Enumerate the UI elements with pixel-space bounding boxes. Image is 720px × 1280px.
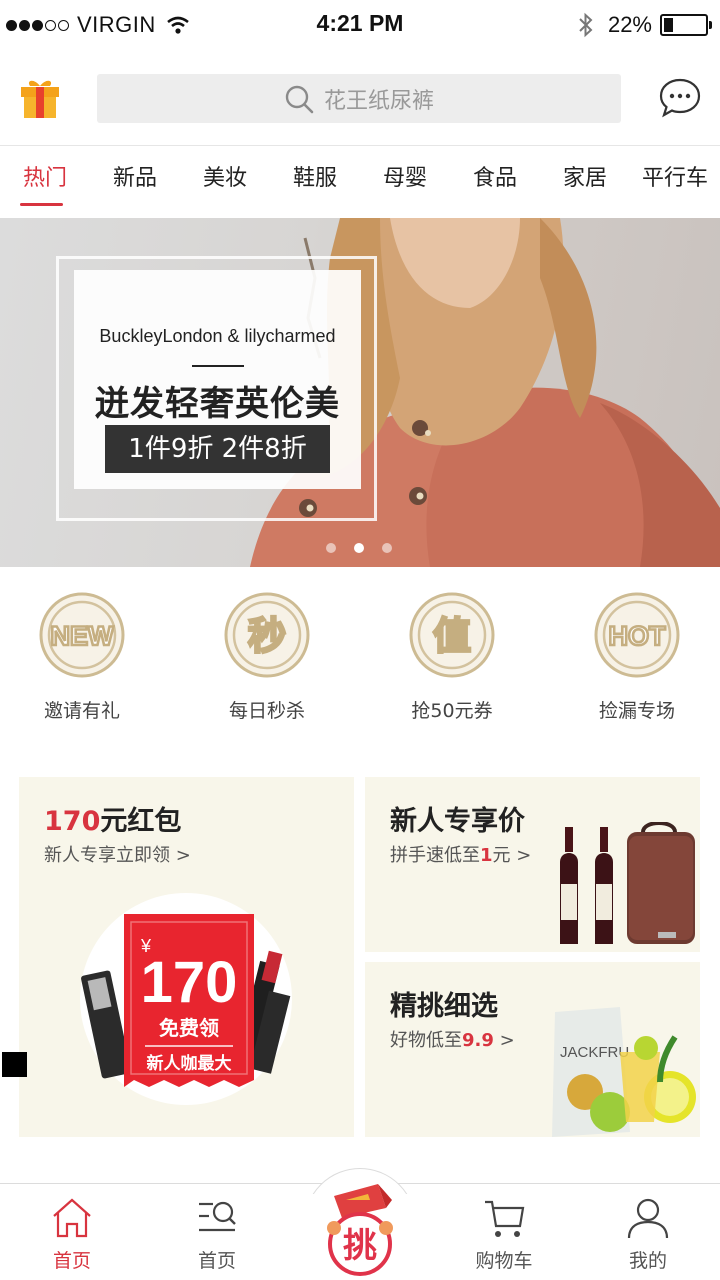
- bluetooth-icon: [579, 12, 593, 38]
- svg-text:新人咖最大: 新人咖最大: [147, 1053, 232, 1074]
- carousel-dot[interactable]: [382, 543, 392, 553]
- search-icon: [285, 85, 314, 113]
- wine-and-case-art: [560, 822, 695, 944]
- tab-import-cars[interactable]: 平行车: [630, 146, 720, 218]
- hero-banner[interactable]: BuckleyLondon & lilycharmed 迸发轻奢英伦美 1件9折…: [0, 218, 720, 567]
- svg-text:HOT: HOT: [609, 621, 667, 651]
- banner-divider: [192, 365, 244, 367]
- carousel-dot[interactable]: [326, 543, 336, 553]
- promo-subtitle: 新人专享立即领 >: [44, 845, 191, 866]
- tab-baby[interactable]: 母婴: [360, 146, 450, 218]
- promo-title: 170元红包: [44, 806, 182, 837]
- promo-newcomer-price[interactable]: 新人专享价 拼手速低至1元 >: [365, 777, 700, 952]
- quick-entry-label: 捡漏专场: [598, 700, 675, 722]
- bottom-tab-bar: 首页 首页 挑 购物车 我的: [0, 1168, 720, 1280]
- promo-red-packet[interactable]: 170元红包 新人专享立即领 > ¥ 170 免费领 新人咖最大: [19, 777, 354, 1137]
- flash-sale-icon: 秒: [224, 592, 310, 678]
- message-icon[interactable]: [658, 76, 702, 120]
- tab-home-nav[interactable]: 首页: [17, 1196, 127, 1273]
- banner-card: BuckleyLondon & lilycharmed 迸发轻奢英伦美 1件9折…: [74, 270, 361, 489]
- quick-entry-label: 每日秒杀: [228, 700, 305, 722]
- battery-percent: 22%: [607, 12, 652, 37]
- promo-subtitle: 拼手速低至1元 >: [390, 845, 532, 866]
- new-badge-icon: NEW: [39, 592, 125, 678]
- tab-profile-nav[interactable]: 我的: [593, 1196, 703, 1273]
- category-tabs: 热门 新品 美妆 鞋服 母婴 食品 家居 平行车: [0, 146, 720, 218]
- status-bar: VIRGIN 4:21 PM 22%: [0, 0, 720, 50]
- promo-subtitle: 好物低至9.9 >: [390, 1030, 515, 1051]
- battery-fill: [664, 18, 673, 32]
- pick-center-icon[interactable]: 挑: [320, 1178, 400, 1278]
- hot-badge-icon: HOT: [594, 592, 680, 678]
- quick-entry-label: 邀请有礼: [43, 700, 120, 722]
- promo-title: 精挑细选: [390, 991, 498, 1022]
- value-coupon-icon: 值: [409, 592, 495, 678]
- carousel-dot[interactable]: [354, 543, 364, 553]
- svg-text:免费领: 免费领: [159, 1016, 219, 1040]
- quick-entry-flash-sale[interactable]: 秒 每日秒杀: [202, 592, 332, 723]
- tab-food[interactable]: 食品: [450, 146, 540, 218]
- red-packet-coupon-art: ¥ 170 免费领 新人咖最大: [80, 893, 292, 1105]
- floating-marker: [2, 1052, 27, 1077]
- svg-text:值: 值: [433, 614, 471, 658]
- tab-label: 购物车: [475, 1250, 533, 1272]
- tab-discover-nav[interactable]: 首页: [162, 1196, 272, 1273]
- quick-entry-label: 抢50元券: [411, 700, 493, 722]
- search-bar[interactable]: 花王纸尿裤: [97, 74, 621, 123]
- tab-label: 我的: [628, 1250, 667, 1272]
- svg-text:挑: 挑: [343, 1226, 377, 1266]
- battery-icon: [660, 14, 712, 36]
- svg-text:170: 170: [141, 950, 238, 1015]
- header: 花王纸尿裤: [0, 50, 720, 146]
- tab-label: 首页: [52, 1250, 91, 1272]
- promo-curated-selection[interactable]: 精挑细选 好物低至9.9 > JACKFRU: [365, 962, 700, 1137]
- search-placeholder: 花王纸尿裤: [323, 88, 434, 114]
- banner-headline: 迸发轻奢英伦美: [95, 384, 340, 424]
- cart-icon: [485, 1200, 525, 1237]
- quick-entry-bargains[interactable]: HOT 捡漏专场: [572, 592, 702, 723]
- tab-cart-nav[interactable]: 购物车: [449, 1196, 559, 1273]
- svg-text:JACKFRU: JACKFRU: [560, 1044, 629, 1061]
- quick-entry-invite[interactable]: NEW 邀请有礼: [17, 592, 147, 723]
- tab-label: 首页: [197, 1250, 236, 1272]
- carousel-indicator: [326, 543, 392, 553]
- tab-new[interactable]: 新品: [90, 146, 180, 218]
- quick-entry-coupon[interactable]: 值 抢50元券: [387, 592, 517, 723]
- quick-entries: NEW 邀请有礼 秒 每日秒杀 值 抢50元券 HOT 捡漏专场: [0, 567, 720, 747]
- promo-title: 新人专享价: [390, 806, 525, 837]
- jackfruit-snack-art: JACKFRU: [552, 1007, 696, 1137]
- home-icon: [53, 1198, 91, 1238]
- profile-icon: [627, 1198, 669, 1239]
- tab-beauty[interactable]: 美妆: [180, 146, 270, 218]
- status-right: 22%: [578, 10, 712, 40]
- tab-apparel[interactable]: 鞋服: [270, 146, 360, 218]
- gift-icon[interactable]: [18, 76, 62, 120]
- tab-home[interactable]: 家居: [540, 146, 630, 218]
- svg-text:NEW: NEW: [51, 621, 115, 651]
- banner-brand: BuckleyLondon & lilycharmed: [99, 326, 336, 346]
- svg-text:秒: 秒: [248, 614, 286, 658]
- discover-icon: [199, 1201, 236, 1232]
- tab-hot[interactable]: 热门: [0, 146, 90, 218]
- banner-promo: 1件9折 2件8折: [105, 425, 330, 473]
